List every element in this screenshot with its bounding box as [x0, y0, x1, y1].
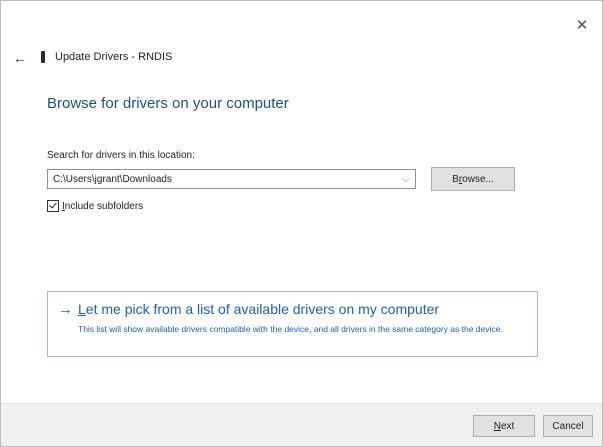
- next-mnemonic: N: [493, 420, 501, 432]
- device-icon: [41, 51, 45, 63]
- include-subfolders-checkbox[interactable]: Include subfolders: [47, 200, 143, 212]
- pick-from-list-title: Let me pick from a list of available dri…: [78, 301, 439, 317]
- page-heading: Browse for drivers on your computer: [47, 95, 289, 112]
- browse-button[interactable]: Br owse...: [431, 167, 515, 191]
- search-location-combobox[interactable]: C:\Users\jgrant\Downloads ⌵: [47, 169, 416, 189]
- close-icon: ✕: [575, 17, 589, 34]
- pick-title-rest: et me pick from a list of available driv…: [85, 301, 440, 317]
- back-arrow-icon: ←: [13, 50, 27, 66]
- close-button[interactable]: ✕: [572, 15, 592, 35]
- next-button[interactable]: Next: [473, 415, 535, 437]
- search-location-value[interactable]: C:\Users\jgrant\Downloads: [48, 174, 397, 185]
- window-title-row: Update Drivers - RNDIS: [41, 51, 172, 63]
- chevron-down-icon[interactable]: ⌵: [397, 174, 415, 185]
- update-drivers-window: ✕ ← Update Drivers - RNDIS Browse for dr…: [0, 0, 603, 447]
- cancel-button[interactable]: Cancel: [543, 415, 593, 437]
- next-label: ext: [500, 420, 515, 432]
- checkbox-checked-icon[interactable]: [47, 200, 59, 212]
- browse-label-post: owse...: [462, 173, 494, 185]
- footer-bar: Next Cancel: [1, 403, 602, 446]
- include-subfolders-label: nclude subfolders: [64, 200, 144, 212]
- search-location-label: Search for drivers in this location:: [47, 150, 195, 161]
- right-arrow-icon: →: [58, 301, 73, 318]
- browse-label-pre: B: [452, 173, 459, 185]
- pick-from-list-option[interactable]: → Let me pick from a list of available d…: [47, 291, 538, 357]
- window-title: Update Drivers - RNDIS: [55, 51, 173, 63]
- pick-from-list-description: This list will show available drivers co…: [78, 324, 503, 334]
- back-button[interactable]: ←: [9, 49, 31, 67]
- cancel-label: Cancel: [552, 420, 584, 432]
- pick-title-mnemonic: L: [78, 301, 86, 317]
